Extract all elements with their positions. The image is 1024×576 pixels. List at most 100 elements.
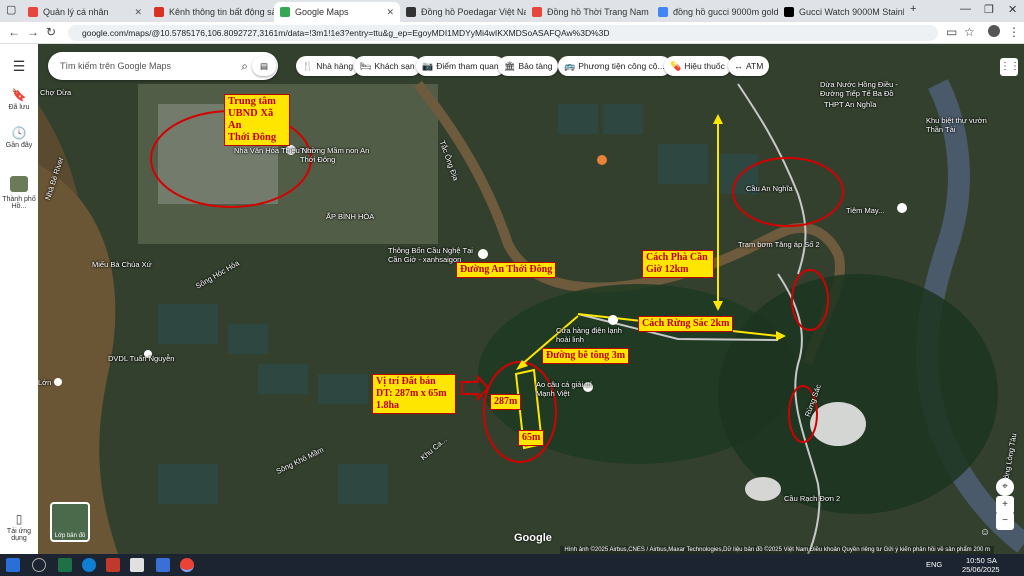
get-app-button[interactable]: ▯ Tải ứng dụng [0, 512, 38, 542]
tab-1[interactable]: Quản lý cá nhân ✕ [22, 2, 148, 22]
tab-title: Gucci Watch 9000M Stainless S [799, 7, 904, 17]
tab-search-icon[interactable]: ▢ [6, 3, 16, 16]
language-indicator[interactable]: ENG [926, 560, 942, 569]
recent-label: Gần đây [5, 142, 33, 149]
restore-icon[interactable]: ❐ [984, 3, 994, 16]
windows-start-icon[interactable] [6, 558, 20, 572]
bookmark-icon: 🔖 [11, 88, 27, 102]
map-label[interactable]: Cầu An Nghĩa [746, 184, 793, 193]
map-label[interactable]: Tiệm May... [846, 206, 884, 215]
maps-sidebar: ☰ 🔖 Đã lưu 🕓 Gần đây Thành phố Hồ... ▯ T… [0, 44, 38, 554]
search-icon[interactable]: ⌕ [241, 52, 248, 80]
search-input[interactable]: Tìm kiếm trên Google Maps ⌕ [48, 52, 278, 80]
map-label[interactable]: Khu biệt thự vườn Thần Tài [926, 116, 992, 134]
map-label[interactable]: DVDL Tuấn Nguyễn [108, 354, 174, 363]
annotation-cach-pha: Cách Phà Cần Giờ 12km [642, 250, 714, 278]
edge-icon[interactable] [82, 558, 96, 572]
annotation-trung-tam: Trung tâm UBND Xã An Thới Đông [224, 94, 290, 146]
forward-icon[interactable]: → [27, 25, 39, 39]
camera-icon: 📷 [422, 61, 434, 71]
search-icon[interactable] [32, 558, 46, 572]
clock-date[interactable]: 25/06/2025 [962, 565, 1000, 574]
search-placeholder: Tìm kiếm trên Google Maps [60, 61, 172, 71]
city-thumbnail [10, 176, 28, 192]
apps-grid-icon[interactable]: ⋮⋮ [1000, 58, 1020, 76]
map-label[interactable]: Miếu Bà Chúa Xứ [92, 260, 152, 269]
close-window-icon[interactable]: ✕ [1008, 3, 1017, 16]
close-tab-icon[interactable]: ✕ [382, 7, 394, 18]
chip-hotels[interactable]: 🛏 Khách sạn [354, 56, 421, 76]
excel-icon[interactable] [58, 558, 72, 572]
map-label[interactable]: Ao câu cá giải trí Mạnh Việt [536, 380, 598, 398]
cast-icon[interactable]: ▭ [946, 25, 957, 39]
tab-2[interactable]: Kênh thông tin bất động sản - ✕ [148, 2, 274, 22]
layers-button[interactable]: Lớp bản đồ [50, 502, 90, 542]
browser-tab-bar: ▢ Quản lý cá nhân ✕ Kênh thông tin bất đ… [0, 0, 1024, 22]
chip-label: Nhà hàng [316, 61, 354, 71]
phone-icon: ▯ [15, 512, 23, 526]
pharmacy-icon: 💊 [670, 61, 682, 71]
tab-7[interactable]: Gucci Watch 9000M Stainless S ✕ [778, 2, 904, 22]
history-icon: 🕓 [11, 126, 27, 140]
google-logo: Google [514, 532, 552, 544]
saved-button[interactable]: 🔖 Đã lưu [0, 88, 38, 111]
chip-atm[interactable]: ↔ ATM [728, 56, 770, 76]
tab-6[interactable]: đồng hồ gucci 9000m gold - Tì ✕ [652, 2, 778, 22]
chip-label: Điểm tham quan [436, 61, 499, 71]
clock-time[interactable]: 10:50 SA [966, 556, 997, 565]
map-label[interactable]: Nhà Văn Hóa Thiếu Nhi [234, 146, 313, 155]
zoom-out-button[interactable]: − [996, 512, 1014, 530]
map-label[interactable]: Cửa hàng điện lạnh hoài linh [556, 326, 636, 344]
map-label[interactable]: Cầu Rạch Đơn 2 [784, 494, 840, 503]
pegman-icon[interactable]: ☺ [976, 524, 994, 542]
map-label[interactable]: THPT An Nghĩa [824, 100, 876, 109]
url-field[interactable]: google.com/maps/@10.5785176,106.8092727,… [68, 25, 938, 41]
chip-transit[interactable]: 🚌 Phương tiện công cộ... [558, 56, 671, 76]
tab-favicon [280, 7, 290, 17]
windows-taskbar: ENG 10:50 SA 25/06/2025 [0, 554, 1024, 576]
profile-avatar[interactable] [988, 25, 1000, 37]
tab-title: Kênh thông tin bất động sản - [169, 7, 274, 17]
tab-title: Google Maps [295, 7, 349, 17]
chrome-icon[interactable] [180, 558, 194, 572]
map-label: ẤP BÌNH HÒA [326, 212, 375, 221]
app-icon[interactable] [156, 558, 170, 572]
new-tab-icon[interactable]: + [910, 3, 916, 15]
star-icon[interactable]: ☆ [964, 25, 975, 39]
recent-place-label: Thành phố Hồ... [2, 196, 36, 210]
map-label: Lớn [38, 378, 52, 387]
recent-place-button[interactable]: Thành phố Hồ... [0, 176, 38, 210]
app-icon[interactable] [106, 558, 120, 572]
close-tab-icon[interactable]: ✕ [130, 7, 142, 18]
tab-3[interactable]: Google Maps ✕ [274, 2, 400, 22]
reload-icon[interactable]: ↻ [46, 25, 56, 39]
my-location-icon[interactable]: ⌖ [996, 478, 1014, 496]
back-icon[interactable]: ← [8, 25, 20, 39]
annotation-vi-tri: Vị trí Đất bán DT: 287m x 65m 1.8ha [372, 374, 456, 414]
map-label[interactable]: Dừa Nước Hồng Điều - Đường Tiếp Tế Ba Đồ [820, 80, 910, 98]
address-bar: ← → ↻ google.com/maps/@10.5785176,106.80… [0, 22, 1024, 44]
map-attribution[interactable]: Hình ảnh ©2025 Airbus,CNES / Airbus,Maxa… [560, 546, 994, 554]
minimize-icon[interactable]: — [960, 3, 971, 15]
tab-4[interactable]: Đồng hồ Poedagar Việt Nam ✕ [400, 2, 526, 22]
annotation-287m: 287m [490, 394, 522, 410]
more-menu-icon[interactable]: ⋮ [1008, 25, 1020, 39]
annotation-duong-be-tong: Đường bê tông 3m [542, 348, 630, 364]
map-label[interactable]: Trạm bơm Tăng áp Số 2 [738, 240, 820, 249]
recent-button[interactable]: 🕓 Gần đây [0, 126, 38, 149]
hotel-filter-chip[interactable]: ▤ [252, 56, 276, 76]
satellite-map[interactable]: Tìm kiếm trên Google Maps ⌕ ▤ 🍴 Nhà hàng … [38, 44, 1024, 554]
map-label[interactable]: Chợ Dừa [40, 88, 71, 97]
chip-museums[interactable]: 🏛 Bảo tàng [498, 56, 559, 76]
chip-pharmacy[interactable]: 💊 Hiệu thuốc [664, 56, 731, 76]
tab-title: đồng hồ gucci 9000m gold - Tì [673, 7, 778, 17]
chip-attractions[interactable]: 📷 Điểm tham quan [416, 56, 505, 76]
menu-icon[interactable]: ☰ [0, 58, 38, 75]
layers-label: Lớp bản đồ [54, 533, 86, 539]
tab-favicon [532, 7, 542, 17]
chip-restaurants[interactable]: 🍴 Nhà hàng [296, 56, 360, 76]
tab-title: Đồng hồ Thời Trang Nam Poed [547, 7, 652, 17]
tab-5[interactable]: Đồng hồ Thời Trang Nam Poed ✕ [526, 2, 652, 22]
atm-icon: ↔ [734, 61, 743, 71]
app-icon[interactable] [130, 558, 144, 572]
